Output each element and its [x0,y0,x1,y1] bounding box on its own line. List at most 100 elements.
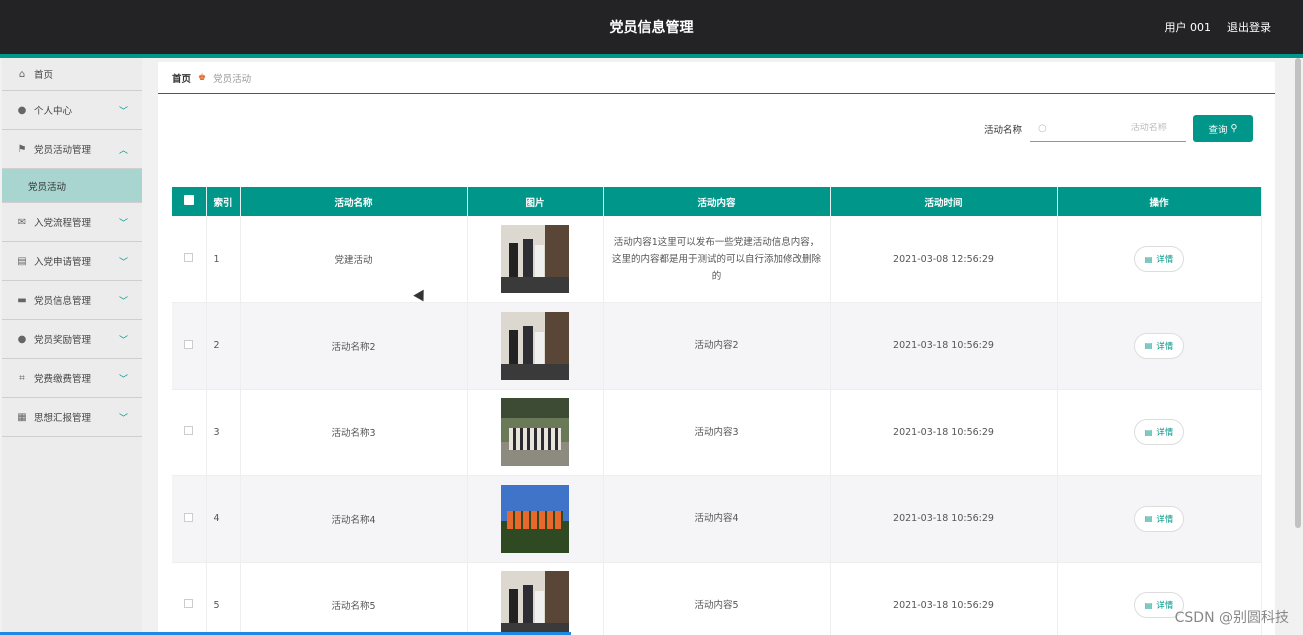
document-icon: ▤ [1144,600,1153,610]
user-label[interactable]: 用户 001 [1165,19,1212,35]
search-bar: 活动名称 ○ 查询 ⚲ [984,115,1253,142]
detail-button[interactable]: ▤ 详情 [1134,419,1184,446]
scrollbar-thumb[interactable] [1295,58,1301,528]
chevron-down-icon: ﹀ [118,414,128,424]
breadcrumb-current: 党员活动 [213,73,252,85]
page-scrollbar[interactable] [1293,58,1303,635]
activity-photo-indoor[interactable] [501,311,569,380]
row-image-cell [467,475,604,563]
row-checkbox[interactable] [184,253,194,262]
sidebar-item-label: 个人中心 [34,106,73,117]
row-checkbox[interactable] [184,426,194,436]
row-name: 党建活动 [240,216,468,303]
row-action-cell: ▤ 详情 [1057,475,1262,563]
mail-icon: ✉ [17,216,27,228]
row-name: 活动名称2 [240,302,468,390]
activity-photo-orange-shirts[interactable] [501,484,569,553]
row-checkbox[interactable] [184,512,194,522]
card-icon: ▬ [17,294,27,306]
chevron-up-icon: ︿ [118,146,128,156]
search-field[interactable]: ○ [1030,115,1186,142]
row-time: 2021-03-18 10:56:29 [830,562,1058,635]
sidebar-item-label: 党员信息管理 [34,296,92,307]
row-checkbox[interactable] [184,599,194,609]
activity-table: 索引 活动名称 图片 活动内容 活动时间 操作 1 党建活动 活动内容1这里可以… [172,187,1262,635]
column-header-index: 索引 [206,187,241,216]
sidebar-item-join-application[interactable]: ▤ 入党申请管理 ﹀ [2,242,142,281]
user-icon: ● [17,333,27,345]
sidebar-item-label: 思想汇报管理 [34,413,92,424]
query-button[interactable]: 查询 ⚲ [1193,115,1253,142]
column-header-time: 活动时间 [830,187,1058,216]
row-action-cell: ▤ 详情 [1057,216,1262,303]
select-all-checkbox-cell[interactable] [172,187,207,216]
breadcrumb: 首页 ♚ 党员活动 [158,62,1275,94]
row-time: 2021-03-08 12:56:29 [830,216,1058,303]
main-content: 首页 ♚ 党员活动 活动名称 ○ 查询 ⚲ 索引 活动名称 图片 活动内容 活动… [158,62,1275,635]
chevron-down-icon: ﹀ [118,336,128,346]
row-index: 3 [206,389,241,476]
user-icon: ● [17,104,27,116]
clipboard-icon: ▤ [17,255,27,267]
column-header-action: 操作 [1057,187,1262,216]
column-header-name: 活动名称 [240,187,468,216]
search-label: 活动名称 [983,124,1022,136]
detail-button-label: 详情 [1156,428,1174,439]
detail-button[interactable]: ▤ 详情 [1134,246,1184,272]
row-time: 2021-03-18 10:56:29 [830,302,1058,390]
row-checkbox[interactable] [184,339,194,349]
detail-button-label: 详情 [1156,255,1174,265]
home-icon: ⌂ [18,68,26,80]
activity-photo-indoor[interactable] [501,571,569,635]
search-icon: ○ [1038,122,1047,134]
column-header-image: 图片 [467,187,604,216]
table-row: 3 活动名称3 活动内容3 2021-03-18 10:56:29 ▤ 详情 [172,389,1262,476]
sidebar-item-activity-management[interactable]: ⚑ 党员活动管理 ︿ [2,130,142,169]
row-index: 5 [206,562,241,635]
row-index: 2 [206,302,241,390]
document-icon: ▤ [1144,427,1153,437]
search-icon: ⚲ [1230,123,1238,134]
sidebar-item-personal-center[interactable]: ● 个人中心 ﹀ [2,91,142,130]
select-all-checkbox[interactable] [183,195,194,205]
sidebar-item-label: 首页 [34,70,54,81]
chevron-down-icon: ﹀ [118,258,128,268]
top-bar: 党员信息管理 用户 001 退出登录 [0,0,1303,54]
row-image-cell [467,562,604,635]
chevron-down-icon: ﹀ [118,107,128,117]
sidebar-item-label: 入党申请管理 [34,257,92,268]
table-header-row: 索引 活动名称 图片 活动内容 活动时间 操作 [172,187,1262,216]
row-image-cell [467,389,604,476]
logout-link[interactable]: 退出登录 [1227,19,1271,35]
chevron-down-icon: ﹀ [118,219,128,229]
sidebar-item-fee-payment[interactable]: ⌗ 党费缴费管理 ﹀ [2,359,142,398]
document-icon: ▤ [1144,341,1153,351]
sidebar-item-join-process[interactable]: ✉ 入党流程管理 ﹀ [2,203,142,242]
breadcrumb-separator-icon: ♚ [198,72,207,83]
row-content: 活动内容4 [603,475,831,563]
activity-photo-indoor[interactable] [501,225,569,293]
table-row: 4 活动名称4 活动内容4 2021-03-18 10:56:29 ▤ 详情 [172,475,1262,563]
sidebar: ⌂ 首页 ● 个人中心 ﹀ ⚑ 党员活动管理 ︿ 党员活动 ✉ 入党流程管理 ﹀… [2,58,142,635]
detail-button[interactable]: ▤ 详情 [1134,332,1184,359]
row-image-cell [467,216,604,303]
search-input[interactable] [1046,123,1167,133]
sidebar-item-home[interactable]: ⌂ 首页 [2,58,142,91]
detail-button[interactable]: ▤ 详情 [1134,505,1184,532]
document-icon: ▦ [17,411,27,423]
document-icon: ▤ [1144,254,1153,264]
sidebar-item-member-reward[interactable]: ● 党员奖励管理 ﹀ [2,320,142,359]
sidebar-item-thought-report[interactable]: ▦ 思想汇报管理 ﹀ [2,398,142,437]
row-content: 活动内容5 [603,562,831,635]
sidebar-item-member-info[interactable]: ▬ 党员信息管理 ﹀ [2,281,142,320]
row-name: 活动名称4 [240,475,468,563]
sidebar-subitem-activity[interactable]: 党员活动 [2,169,142,203]
table-row: 5 活动名称5 活动内容5 2021-03-18 10:56:29 ▤ 详情 [172,562,1262,635]
detail-button-label: 详情 [1156,341,1174,352]
row-index: 1 [206,216,241,303]
row-name: 活动名称5 [240,562,468,635]
activity-photo-outdoor[interactable] [501,398,569,467]
app-title: 党员信息管理 [609,20,694,36]
column-header-content: 活动内容 [603,187,831,216]
breadcrumb-home[interactable]: 首页 [172,71,191,85]
